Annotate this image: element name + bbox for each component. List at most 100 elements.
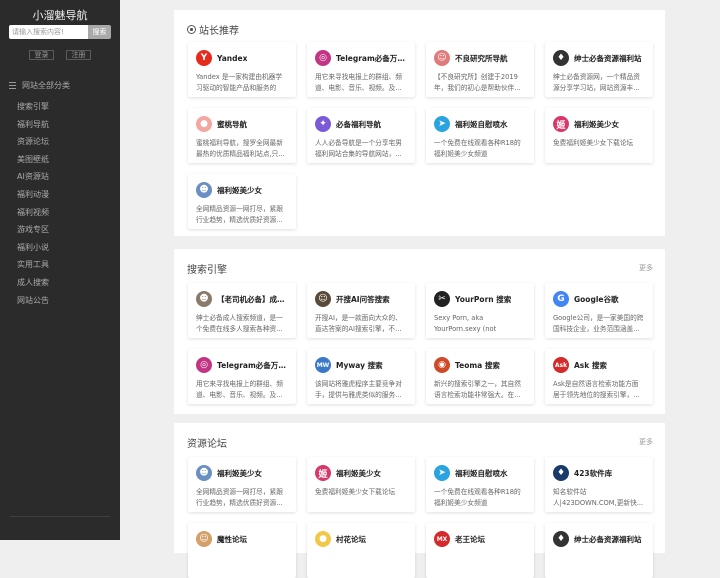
site-card[interactable]: ◎ Telegram必备万能搜... 用它来寻找电报上的群组、频道、电影、音乐、视频… — [188, 349, 296, 404]
sidebar-item[interactable]: 游戏专区 — [17, 224, 49, 242]
card-title: Yandex — [217, 53, 248, 63]
site-card[interactable]: G Google谷歌 Google公司，是一家美国的跨国科技企业，业务范围涵盖... — [545, 283, 653, 338]
card-description — [553, 553, 645, 575]
site-logo[interactable]: 小溜魅导航 — [0, 7, 120, 23]
card-description: Google公司，是一家美国的跨国科技企业，业务范围涵盖... — [553, 314, 644, 333]
sidebar-item[interactable]: 网站公告 — [17, 295, 49, 313]
card-header: Y Yandex — [196, 50, 288, 66]
more-link[interactable]: 更多 — [639, 263, 653, 273]
section-resource-forums: 资源论坛 更多 ☻ 福利姬美少女 全网精品资源一网打尽，紧跟行业趋势，精选优质好资源… — [174, 423, 665, 578]
sidebar-item[interactable]: 福利导航 — [17, 119, 49, 137]
card-header: ➤ 福利姬自慰喷水 — [434, 465, 526, 481]
section-title: 资源论坛 — [187, 439, 227, 450]
card-description: Sexy Porn, aka YourPorn.sexy (not yourpo… — [434, 314, 497, 333]
search-bar: 请输入搜索内容! 搜索 — [9, 25, 111, 39]
card-title: 福利姬自慰喷水 — [455, 119, 508, 129]
card-header: MX 老王论坛 — [434, 531, 526, 547]
sidebar-item[interactable]: AI资源站 — [17, 171, 49, 189]
site-card[interactable]: ♦ 423软件库 知名软件站 人|423DOWN.COM,更新快... — [545, 457, 653, 512]
sidebar-item[interactable]: 福利小说 — [17, 242, 49, 260]
card-title: Google谷歌 — [574, 294, 619, 304]
site-card[interactable]: 姬福利姬美少女 免费福利姬美少女下载论坛 — [307, 457, 415, 512]
login-button[interactable]: 登录 — [29, 50, 54, 60]
site-card[interactable]: ☺ 开搜AI问答搜索 开搜AI，是一款面向大众的、直达答案的AI搜索引擎，不... — [307, 283, 415, 338]
card-description: 绅士必备资源网，一个精品资源分享学习站，网站资源丰... — [553, 73, 640, 92]
sidebar-item[interactable]: 实用工具 — [17, 259, 49, 277]
register-button[interactable]: 注册 — [66, 50, 91, 60]
site-logo-icon: ☻ — [196, 182, 212, 198]
site-card[interactable]: Ask Ask 搜索 Ask是自然语言检索功能方面居于领先地位的搜索引擎，... — [545, 349, 653, 404]
sidebar-item[interactable]: 美图壁纸 — [17, 154, 49, 172]
site-card[interactable]: ☻ 福利姬美少女 全网精品资源一网打尽，紧跟行业趋势，精选优质好资源... — [188, 174, 296, 229]
card-description: 用它来寻找电报上的群组、频道、电影、音乐、视频。及... — [196, 380, 283, 399]
card-title: 423软件库 — [574, 468, 613, 478]
section-title-text: 站长推荐 — [199, 26, 239, 37]
card-description: 开搜AI，是一款面向大众的、直达答案的AI搜索引擎，不... — [315, 314, 402, 333]
card-title: 福利姬美少女 — [574, 119, 619, 129]
site-card[interactable]: MX 老王论坛 — [426, 523, 534, 578]
site-logo-icon: MX — [434, 531, 450, 547]
card-description: Ask是自然语言检索功能方面居于领先地位的搜索引擎，... — [553, 380, 640, 399]
site-card[interactable]: ☺ 魔性论坛 — [188, 523, 296, 578]
card-header: G Google谷歌 — [553, 291, 645, 307]
card-description: 人人必备导航是一个分享宅男福利网站合集的导航网站，... — [315, 139, 402, 158]
card-header: ✦ 必备福利导航 — [315, 116, 407, 132]
card-title: Telegram必备万能搜... — [336, 53, 407, 63]
site-card[interactable]: MW Myway 搜索 该网站将雅虎程序主要竞争对手，提供与雅虎类似的服务... — [307, 349, 415, 404]
site-logo-icon: ✂ — [434, 291, 450, 307]
site-card[interactable]: ♦ 绅士必备资源福利站 — [545, 523, 653, 578]
card-title: 必备福利导航 — [336, 119, 381, 129]
card-title: 福利姬美少女 — [217, 185, 262, 195]
card-title: 福利姬美少女 — [336, 468, 381, 478]
site-logo-icon: ◎ — [196, 357, 212, 373]
card-header: ♦ 绅士必备资源福利站 — [553, 531, 645, 547]
more-link[interactable]: 更多 — [639, 437, 653, 447]
sidebar-item[interactable]: 搜索引擎 — [17, 101, 49, 119]
sidebar-item[interactable]: 成人搜索 — [17, 277, 49, 295]
site-logo-icon: ♦ — [553, 531, 569, 547]
site-card[interactable]: ✦ 必备福利导航人人必备导航是一个分享宅男福利网站合集的导航网站，... — [307, 108, 415, 163]
sidebar-item[interactable]: 资源论坛 — [17, 136, 49, 154]
card-grid: ☻ 福利姬美少女 全网精品资源一网打尽，紧跟行业趋势，精选优质好资源... 姬福利姬美… — [188, 457, 653, 578]
site-logo-icon: ✦ — [315, 116, 331, 132]
site-card[interactable]: ♦ 绅士必备资源福利站 绅士必备资源网，一个精品资源分享学习站，网站资源丰... — [545, 42, 653, 97]
search-input[interactable]: 请输入搜索内容! — [9, 25, 88, 39]
card-title: Myway 搜索 — [336, 360, 383, 370]
site-card[interactable]: Y Yandex Yandex 是一家构建由机器学习驱动的智能产品和服务的科... — [188, 42, 296, 97]
site-card[interactable]: 姬福利姬美少女 免费福利姬美少女下载论坛 — [545, 108, 653, 163]
category-header-label: 网站全部分类 — [22, 81, 70, 90]
card-header: 姬福利姬美少女 — [315, 465, 407, 481]
thumbs-up-icon — [187, 25, 196, 34]
card-title: 【老司机必备】成人... — [217, 294, 288, 304]
search-button[interactable]: 搜索 — [88, 25, 111, 39]
card-description: 蜜桃福利导航，搜罗全网最新最热的优质精品福利站点,只... — [196, 139, 285, 158]
site-logo-icon: ➤ — [434, 465, 450, 481]
card-header: ◎ Telegram必备万能搜... — [315, 50, 407, 66]
card-header: ☺ 开搜AI问答搜索 — [315, 291, 407, 307]
card-header: ☺ 魔性论坛 — [196, 531, 288, 547]
section-search-engines: 搜索引擎 更多 ☻ 【老司机必备】成人... 绅士必备成人搜索频道，是一个免费在线多… — [174, 249, 665, 414]
card-header: ✂ YourPorn 搜索 — [434, 291, 526, 307]
card-title: YourPorn 搜索 — [455, 294, 512, 304]
site-card[interactable]: ● 村花论坛 — [307, 523, 415, 578]
site-card[interactable]: ☻ 【老司机必备】成人... 绅士必备成人搜索频道，是一个免费在线多人搜索各种资..… — [188, 283, 296, 338]
site-logo-icon: ● — [196, 116, 212, 132]
site-logo-icon: ☺ — [434, 50, 450, 66]
menu-icon — [9, 82, 16, 89]
sidebar-item[interactable]: 福利动漫 — [17, 189, 49, 207]
site-card[interactable]: ✂ YourPorn 搜索 Sexy Porn, aka YourPorn.sexy… — [426, 283, 534, 338]
site-card[interactable]: ☻ 福利姬美少女 全网精品资源一网打尽，紧跟行业趋势，精选优质好资源... — [188, 457, 296, 512]
section-title: 搜索引擎 — [187, 265, 227, 276]
auth-buttons: 登录 注册 — [29, 50, 91, 60]
site-card[interactable]: ◉ Teoma 搜索 新兴的搜索引擎之一，其自然语言检索功能非常强大。在... — [426, 349, 534, 404]
sidebar-item[interactable]: 福利视频 — [17, 207, 49, 225]
site-card[interactable]: ◎ Telegram必备万能搜... 用它来寻找电报上的群组、频道、电影、音乐、视频… — [307, 42, 415, 97]
site-card[interactable]: ● 蜜桃导航 蜜桃福利导航，搜罗全网最新最热的优质精品福利站点,只... — [188, 108, 296, 163]
site-card[interactable]: ☺ 不良研究所导航 【不良研究所】创建于2019年，我们的初心是帮助伙伴... — [426, 42, 534, 97]
site-card[interactable]: ➤ 福利姬自慰喷水 一个免费在线观看各种R18的福利姬美少女频道 — [426, 457, 534, 512]
card-grid: ☻ 【老司机必备】成人... 绅士必备成人搜索频道，是一个免费在线多人搜索各种资..… — [188, 283, 653, 404]
site-card[interactable]: ➤ 福利姬自慰喷水 一个免费在线观看各种R18的福利姬美少女频道 — [426, 108, 534, 163]
category-header[interactable]: 网站全部分类 — [9, 80, 70, 91]
card-header: ● 村花论坛 — [315, 531, 407, 547]
card-title: 福利姬自慰喷水 — [455, 468, 508, 478]
